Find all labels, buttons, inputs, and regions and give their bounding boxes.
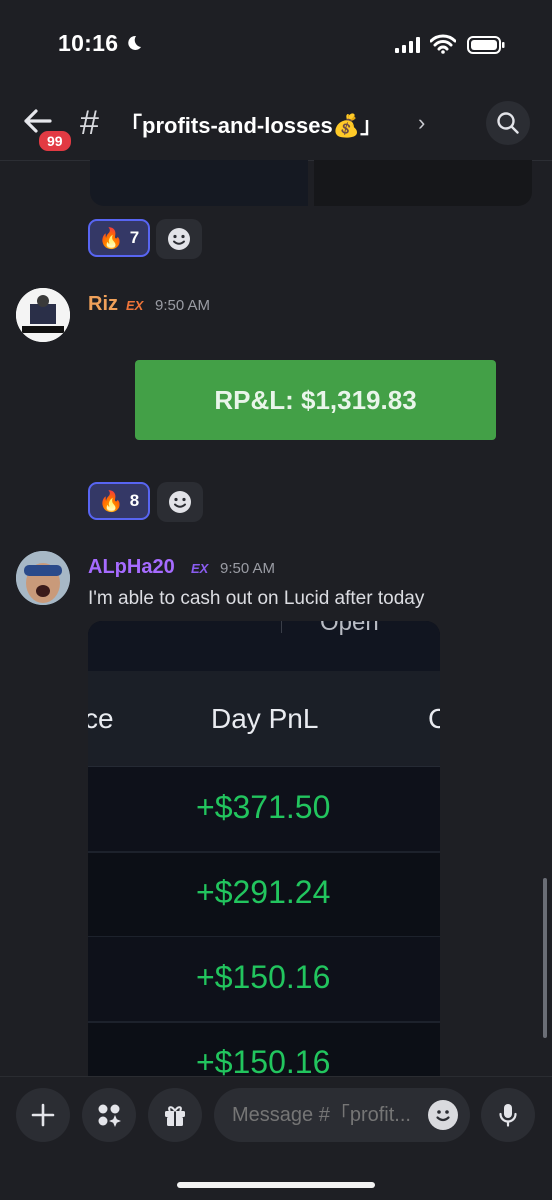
add-reaction-button[interactable] (156, 219, 202, 259)
pnl-header-row: ce Day PnL C (88, 671, 440, 767)
pnl-top-strip: Open (88, 621, 440, 671)
message-time: 9:50 AM (155, 297, 211, 314)
scrollbar[interactable] (543, 878, 547, 1038)
composer-divider (0, 1076, 552, 1077)
pnl-value: +$150.16 (196, 959, 331, 995)
search-icon (497, 112, 519, 134)
gift-button[interactable] (148, 1088, 202, 1142)
reaction-count: 7 (129, 228, 140, 247)
gift-icon (165, 1106, 185, 1126)
alpha-avatar[interactable] (16, 551, 70, 605)
pnl-value: +$371.50 (196, 789, 331, 825)
pnl-row: +$150.16 (88, 937, 440, 1023)
signal-icon (395, 37, 420, 53)
server-tag-icon: EX (191, 561, 209, 576)
pnl-row: +$371.50 (88, 767, 440, 853)
avatar-image (16, 551, 70, 605)
message-time: 9:50 AM (220, 560, 276, 577)
channel-title[interactable]: 「profits-and-losses💰」 (120, 108, 382, 140)
pnl-col-right: C (428, 703, 440, 734)
previous-image-attachment[interactable] (90, 160, 308, 206)
smiley-add-icon (169, 491, 191, 513)
microphone-icon (499, 1104, 517, 1127)
unread-badge: 99 (37, 129, 73, 153)
avatar-image (16, 288, 70, 342)
fire-emoji-icon: 🔥 (98, 490, 124, 513)
wifi-icon (430, 34, 456, 54)
add-attachment-button[interactable] (16, 1088, 70, 1142)
plus-icon (31, 1103, 55, 1127)
voice-message-button[interactable] (481, 1088, 535, 1142)
alpha-username[interactable]: ALpHa20 (88, 556, 175, 579)
fire-reaction[interactable]: 🔥 7 (88, 219, 150, 257)
message-text: I'm able to cash out on Lucid after toda… (88, 588, 425, 609)
search-button[interactable] (486, 101, 530, 145)
pnl-image-attachment[interactable]: Open ce Day PnL C +$371.50 +$291.24 +$15… (88, 621, 440, 1076)
chevron-right-icon[interactable]: › (418, 110, 425, 136)
fire-reaction[interactable]: 🔥 8 (88, 482, 150, 520)
moon-icon (128, 35, 141, 50)
smiley-add-icon (168, 228, 190, 250)
pnl-value: +$150.16 (196, 1044, 331, 1076)
reaction-count: 8 (129, 491, 140, 510)
pnl-divider (281, 621, 282, 633)
apps-icon (98, 1104, 121, 1127)
apps-button[interactable] (82, 1088, 136, 1142)
battery-icon (467, 36, 505, 54)
pnl-col-left: ce (88, 703, 114, 734)
pnl-top-label: Open (320, 621, 379, 636)
add-reaction-button[interactable] (157, 482, 203, 522)
status-time: 10:16 (58, 30, 119, 56)
server-tag-icon: EX (126, 298, 144, 313)
fire-emoji-icon: 🔥 (98, 227, 124, 250)
pnl-row: +$150.16 (88, 1022, 440, 1076)
channel-hash-icon: # (80, 104, 99, 142)
riz-username[interactable]: Riz (88, 293, 118, 316)
pnl-row: +$291.24 (88, 852, 440, 938)
pnl-value: +$291.24 (196, 874, 331, 910)
rpl-button[interactable]: RP&L: $1,319.83 (135, 360, 496, 440)
pnl-col-header: Day PnL (211, 703, 319, 734)
home-indicator[interactable] (177, 1182, 375, 1188)
riz-avatar[interactable] (16, 288, 70, 342)
smiley-icon (436, 1110, 450, 1122)
emoji-picker-button[interactable] (428, 1100, 458, 1130)
previous-image-attachment-2[interactable] (314, 160, 532, 206)
